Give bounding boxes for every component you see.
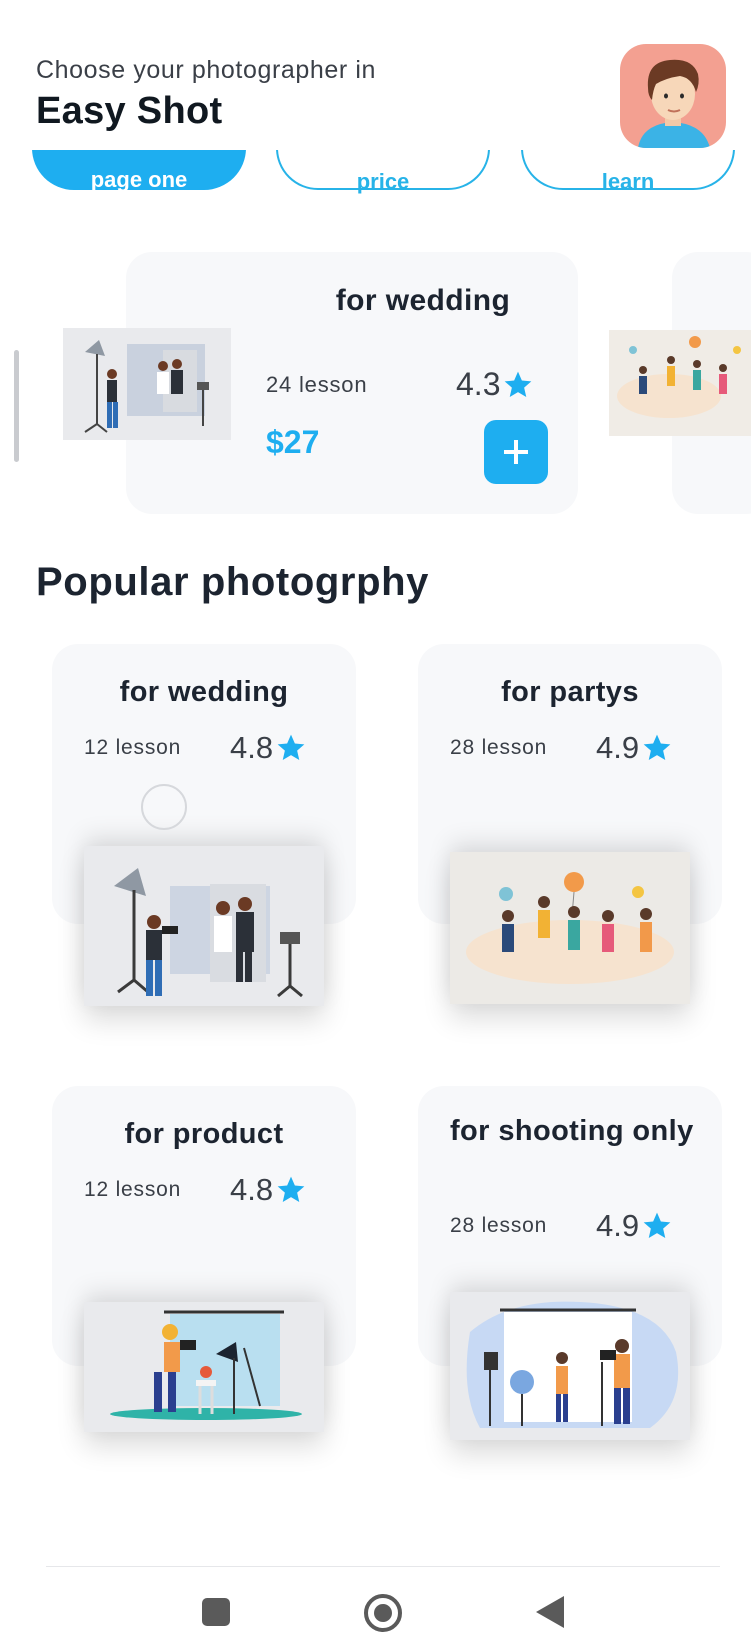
star-icon — [505, 371, 532, 397]
star-icon — [277, 1176, 305, 1202]
plus-icon — [504, 440, 528, 464]
popular-wedding-image — [84, 846, 324, 1006]
featured-rating: 4.3 — [456, 366, 534, 403]
star-icon — [277, 734, 305, 760]
popular-card-title: for partys — [501, 676, 639, 708]
star-icon — [643, 734, 671, 760]
featured-rating-value: 4.3 — [456, 366, 501, 402]
popular-card-rating: 4.8 — [230, 730, 307, 766]
avatar-illustration — [638, 59, 710, 148]
popular-card-rating-value: 4.8 — [230, 730, 274, 765]
featured-lessons: 24 lesson — [266, 372, 368, 397]
popular-card-lessons: 12 lesson — [84, 736, 182, 759]
section-title: Popular photogrphy — [36, 560, 429, 604]
popular-card-rating-value: 4.8 — [230, 1172, 274, 1207]
touch-indicator — [141, 784, 187, 830]
popular-card-lessons: 12 lesson — [84, 1178, 182, 1201]
popular-card-rating: 4.9 — [596, 1208, 673, 1244]
popular-card-rating-value: 4.9 — [596, 730, 640, 765]
popular-card-title: for wedding — [119, 676, 289, 708]
star-icon — [643, 1212, 671, 1238]
scroll-indicator[interactable] — [14, 350, 19, 462]
filter-chip-learn[interactable]: learn — [521, 150, 735, 194]
featured-price: $27 — [266, 424, 320, 460]
featured-title: for wedding — [335, 284, 511, 317]
featured-wedding-image — [63, 328, 231, 440]
filter-chip-page-one[interactable]: page one — [32, 150, 246, 192]
header-subtitle: Choose your photographer in — [36, 56, 377, 84]
recent-apps-icon[interactable] — [202, 1598, 230, 1626]
avatar[interactable] — [620, 44, 726, 148]
add-button[interactable] — [484, 420, 548, 484]
popular-card-lessons: 28 lesson — [450, 736, 548, 759]
popular-card-rating: 4.8 — [230, 1172, 307, 1208]
popular-card-rating-value: 4.9 — [596, 1208, 640, 1243]
app-title: Easy Shot — [36, 90, 223, 132]
nav-divider — [46, 1566, 720, 1567]
filter-chip-row: page one price learn — [0, 150, 751, 195]
popular-party-image — [450, 852, 690, 1004]
back-icon[interactable] — [536, 1596, 564, 1628]
popular-card-lessons: 28 lesson — [450, 1214, 548, 1237]
popular-card-title: for shooting only — [450, 1115, 694, 1147]
home-icon[interactable] — [364, 1594, 402, 1632]
featured-party-image — [609, 330, 751, 436]
popular-shooting-image — [450, 1292, 690, 1440]
filter-chip-price[interactable]: price — [276, 150, 490, 194]
popular-product-image — [84, 1302, 324, 1432]
popular-card-rating: 4.9 — [596, 730, 673, 766]
popular-card-title: for product — [124, 1118, 284, 1150]
